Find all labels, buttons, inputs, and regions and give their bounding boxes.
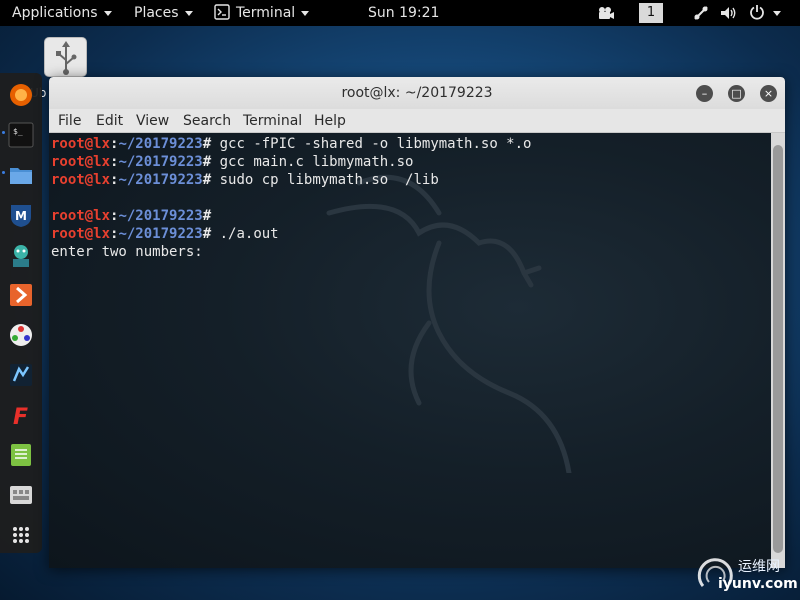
output-text: enter two numbers: bbox=[51, 244, 203, 260]
text-editor-icon bbox=[11, 444, 31, 466]
dock: $_ M F bbox=[0, 73, 42, 553]
svg-text:M: M bbox=[15, 209, 27, 223]
menu-edit[interactable]: Edit bbox=[96, 109, 123, 133]
watermark-text: 运维网 bbox=[738, 559, 780, 575]
dock-firefox[interactable] bbox=[7, 81, 35, 109]
running-indicator bbox=[2, 131, 5, 134]
terminal-line: root@lx:~/20179223# gcc main.c libmymath… bbox=[51, 153, 531, 171]
terminal-line: root@lx:~/20179223# sudo cp libmymath.so… bbox=[51, 171, 531, 189]
terminal-window[interactable]: root@lx: ~/20179223 – □ × File Edit View… bbox=[49, 77, 785, 568]
prompt-symbol: # bbox=[202, 136, 220, 152]
window-titlebar[interactable]: root@lx: ~/20179223 – □ × bbox=[49, 77, 785, 109]
dock-cutycapt[interactable] bbox=[7, 481, 35, 509]
prompt-path: ~/20179223 bbox=[118, 226, 203, 242]
terminal-lines: root@lx:~/20179223# gcc -fPIC -shared -o… bbox=[51, 135, 531, 261]
terminal-line: root@lx:~/20179223# bbox=[51, 207, 531, 225]
terminal-output[interactable]: root@lx:~/20179223# gcc -fPIC -shared -o… bbox=[49, 133, 771, 568]
power-icon bbox=[750, 5, 764, 20]
watermark-url: iyunv.com bbox=[718, 576, 798, 592]
command-text: gcc main.c libmymath.so bbox=[219, 154, 414, 170]
chevron-down-icon bbox=[301, 10, 310, 16]
menu-terminal[interactable]: Terminal bbox=[243, 109, 302, 133]
prompt-symbol: # bbox=[202, 172, 220, 188]
terminal-line: root@lx:~/20179223# ./a.out bbox=[51, 225, 531, 243]
volume-icon[interactable] bbox=[720, 5, 738, 21]
menu-file[interactable]: File bbox=[58, 109, 81, 133]
app-grid-icon bbox=[13, 527, 29, 543]
prompt-path: ~/20179223 bbox=[118, 154, 203, 170]
prompt-user: root@lx bbox=[51, 154, 111, 170]
flash-icon: F bbox=[13, 405, 28, 430]
terminal-scrollbar[interactable] bbox=[771, 133, 785, 568]
menu-view[interactable]: View bbox=[136, 109, 169, 133]
terminal-icon bbox=[214, 4, 230, 20]
terminal-line: root@lx:~/20179223# gcc -fPIC -shared -o… bbox=[51, 135, 531, 153]
menu-search[interactable]: Search bbox=[183, 109, 231, 133]
dock-flashrom[interactable]: F bbox=[7, 401, 35, 430]
svg-text:$_: $_ bbox=[13, 127, 23, 136]
prompt-path: ~/20179223 bbox=[118, 208, 203, 224]
metasploit-icon: M bbox=[11, 205, 31, 227]
dock-burp-suite[interactable] bbox=[7, 281, 35, 309]
svg-text:F: F bbox=[13, 405, 28, 429]
clock[interactable]: Sun 19:21 bbox=[368, 0, 439, 26]
prompt-path: ~/20179223 bbox=[118, 172, 203, 188]
usb-drive-icon[interactable] bbox=[44, 37, 87, 77]
command-text: sudo cp libmymath.so /lib bbox=[219, 172, 439, 188]
places-menu[interactable]: Places bbox=[134, 0, 193, 26]
dock-files[interactable] bbox=[7, 161, 35, 189]
prompt-symbol: # bbox=[202, 226, 220, 242]
dock-terminal[interactable]: $_ bbox=[7, 121, 35, 149]
close-button[interactable]: × bbox=[760, 85, 777, 102]
keyboard-icon bbox=[10, 486, 32, 504]
camera-icon[interactable] bbox=[597, 6, 615, 20]
places-label: Places bbox=[134, 5, 179, 21]
applications-label: Applications bbox=[12, 5, 98, 21]
chevron-down-icon bbox=[103, 10, 112, 16]
dock-faraday[interactable] bbox=[7, 361, 35, 389]
maximize-button[interactable]: □ bbox=[728, 85, 745, 102]
terminal-app-menu[interactable]: Terminal bbox=[214, 0, 310, 26]
faraday-icon bbox=[10, 364, 32, 386]
minimize-button[interactable]: – bbox=[696, 85, 713, 102]
dock-armitage[interactable] bbox=[7, 241, 35, 269]
prompt-symbol: # bbox=[202, 208, 220, 224]
prompt-path: ~/20179223 bbox=[118, 136, 203, 152]
prompt-user: root@lx bbox=[51, 208, 111, 224]
chevron-down-icon bbox=[773, 10, 781, 16]
dock-metasploit[interactable]: M bbox=[7, 201, 35, 229]
prompt-symbol: # bbox=[202, 154, 220, 170]
power-menu[interactable] bbox=[749, 0, 781, 26]
top-panel: Applications Places Terminal Sun 19:21 1 bbox=[0, 0, 800, 26]
dock-maltego[interactable] bbox=[7, 321, 35, 349]
prompt-user: root@lx bbox=[51, 226, 111, 242]
firefox-icon bbox=[10, 84, 32, 106]
command-text: ./a.out bbox=[219, 226, 279, 242]
running-indicator bbox=[2, 171, 5, 174]
terminal-app-label: Terminal bbox=[236, 5, 296, 21]
chevron-down-icon bbox=[184, 10, 193, 16]
menu-help[interactable]: Help bbox=[314, 109, 346, 133]
menubar: File Edit View Search Terminal Help bbox=[49, 109, 785, 133]
dock-leafpad[interactable] bbox=[7, 441, 35, 469]
dock-show-apps[interactable] bbox=[7, 521, 35, 549]
terminal-icon: $_ bbox=[8, 122, 34, 148]
applications-menu[interactable]: Applications bbox=[12, 0, 112, 26]
window-title: root@lx: ~/20179223 bbox=[341, 85, 493, 101]
prompt-user: root@lx bbox=[51, 172, 111, 188]
burp-suite-icon bbox=[10, 284, 32, 306]
folder-icon bbox=[10, 168, 32, 184]
terminal-line: enter two numbers: bbox=[51, 243, 531, 261]
scrollbar-thumb[interactable] bbox=[773, 145, 783, 553]
prompt-user: root@lx bbox=[51, 136, 111, 152]
armitage-icon bbox=[13, 245, 29, 267]
command-text: gcc -fPIC -shared -o libmymath.so *.o bbox=[219, 136, 532, 152]
network-icon[interactable] bbox=[693, 5, 709, 21]
workspace-indicator[interactable]: 1 bbox=[639, 3, 663, 23]
maltego-icon bbox=[10, 324, 32, 346]
